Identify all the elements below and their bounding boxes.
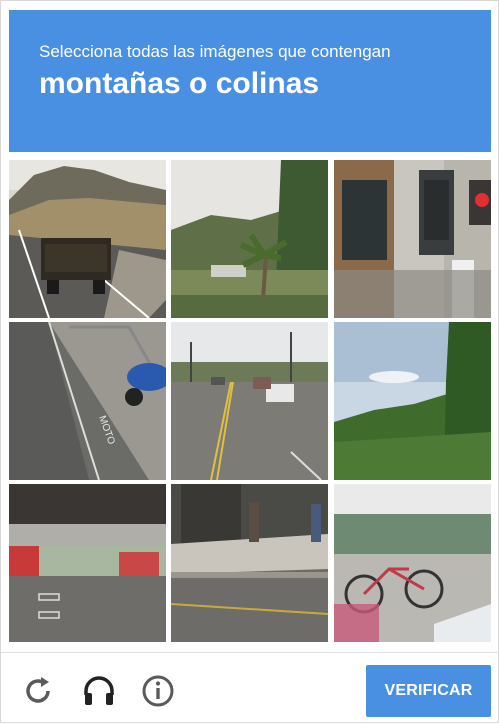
bike-lane-with-motorcycle-image: MOTO [9,322,166,480]
image-tile-3[interactable] [334,160,491,318]
audio-challenge-button[interactable] [79,671,119,711]
reload-button[interactable] [18,671,58,711]
bicycle-by-fence-image [334,484,491,642]
traffic-light-and-building-image [334,160,491,318]
street-with-cars-image [171,322,328,480]
target-text: montañas o colinas [39,67,320,100]
image-tile-4[interactable]: MOTO [9,322,166,480]
reload-icon [26,677,50,703]
image-tile-6[interactable] [334,322,491,480]
info-icon [142,675,174,707]
image-tile-1[interactable] [9,160,166,318]
green-hills-image [334,322,491,480]
truck-on-road-with-hills-image [9,160,166,318]
image-tile-9[interactable] [334,484,491,642]
captcha-header: Selecciona todas las imágenes que conten… [9,10,491,152]
underpass-with-bus-image [9,484,166,642]
palm-trees-and-hills-image [171,160,328,318]
captcha-footer: VERIFICAR [1,652,499,724]
headphones-icon [84,676,114,705]
instruction-text: Selecciona todas las imágenes que conten… [39,42,391,61]
sidewalk-with-pedestrians-image [171,484,328,642]
image-tile-7[interactable] [9,484,166,642]
image-tile-5[interactable] [171,322,328,480]
image-tile-2[interactable] [171,160,328,318]
help-button[interactable] [138,671,178,711]
verify-button[interactable]: VERIFICAR [366,665,491,717]
captcha-frame: Selecciona todas las imágenes que conten… [0,0,499,723]
image-grid: MOTO [9,160,491,644]
image-tile-8[interactable] [171,484,328,642]
